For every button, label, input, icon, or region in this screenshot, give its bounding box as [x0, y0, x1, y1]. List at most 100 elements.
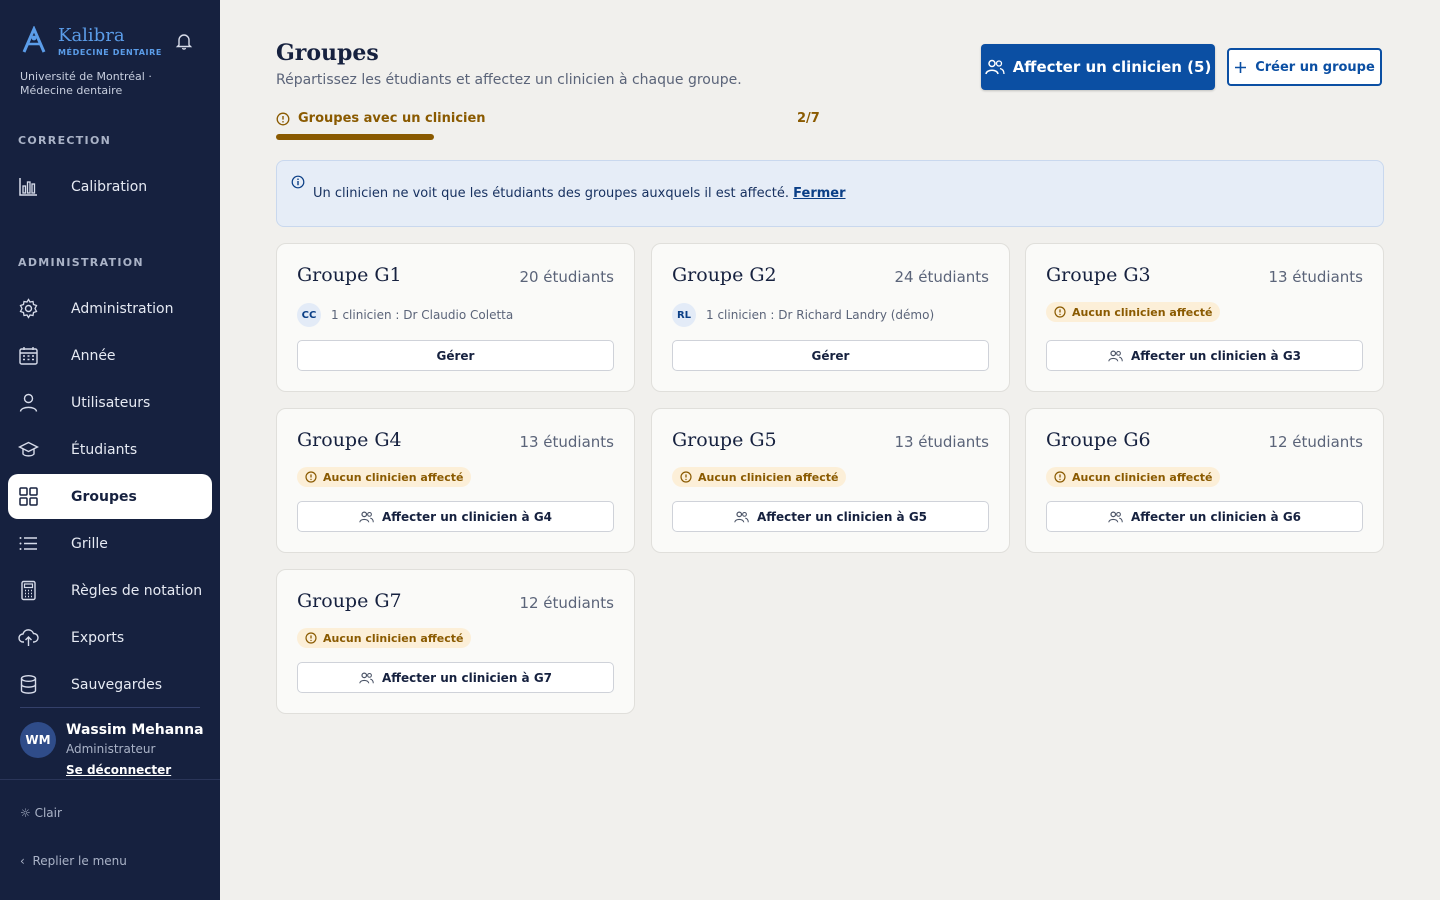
status-badge-text: Aucun clinicien affecté: [698, 470, 839, 484]
kalibra-logo-icon: [22, 26, 46, 53]
info-close-link[interactable]: Fermer: [793, 186, 845, 201]
page-subtitle: Répartissez les étudiants et affectez un…: [276, 72, 742, 88]
graduation-cap-icon: [18, 441, 39, 457]
sidebar-item-label: Règles de notation: [71, 582, 203, 599]
users-icon: [734, 511, 749, 522]
clinician-avatar: RL: [672, 303, 696, 327]
organization-name: Université de Montréal · Médecine dentai…: [20, 70, 152, 97]
button-label: Affecter un clinicien à G6: [1130, 509, 1302, 524]
warning-circle-icon: [305, 471, 317, 483]
group-title: Groupe G4: [297, 429, 402, 451]
group-title: Groupe G2: [672, 264, 777, 286]
assign-clinician-g3-button[interactable]: Affecter un clinicien à G3: [1046, 340, 1363, 371]
assign-clinician-button[interactable]: Affecter un clinicien (5): [981, 44, 1215, 90]
clinician-row: RL 1 clinicien : Dr Richard Landry (démo…: [672, 303, 934, 327]
theme-toggle[interactable]: ☼ Clair: [20, 806, 62, 820]
sidebar-item-label: Sauvegardes: [71, 676, 163, 693]
group-title: Groupe G7: [297, 590, 402, 612]
brand[interactable]: Kalibra MÉDECINE DENTAIRE: [20, 26, 162, 57]
sidebar-item-administration[interactable]: Administration: [8, 286, 212, 331]
users-icon: [359, 511, 374, 522]
progress-label-text: Groupes avec un clinicien: [298, 111, 486, 126]
grid-icon: [19, 487, 38, 506]
sidebar-item-regles-de-notation[interactable]: Règles de notation: [8, 568, 212, 613]
group-title: Groupe G3: [1046, 264, 1151, 286]
gear-icon: [19, 298, 38, 319]
sidebar-item-exports[interactable]: Exports: [8, 615, 212, 660]
warning-circle-icon: [276, 112, 290, 125]
group-title: Groupe G1: [297, 264, 402, 286]
sidebar-item-utilisateurs[interactable]: Utilisateurs: [8, 380, 212, 425]
button-label: Affecter un clinicien à G7: [381, 670, 553, 685]
sidebar-item-sauvegardes[interactable]: Sauvegardes: [8, 662, 212, 707]
group-card-g3: Groupe G3 13 étudiants Aucun clinicien a…: [1025, 243, 1384, 392]
status-badge: Aucun clinicien affecté: [1046, 302, 1221, 322]
database-icon: [20, 675, 37, 694]
assign-clinician-label: Affecter un clinicien (5): [1012, 58, 1212, 76]
bell-icon[interactable]: [175, 32, 193, 50]
sidebar-item-etudiants[interactable]: Étudiants: [8, 427, 212, 472]
group-card-g1: Groupe G1 20 étudiants CC 1 clinicien : …: [276, 243, 635, 392]
assign-clinician-g6-button[interactable]: Affecter un clinicien à G6: [1046, 501, 1363, 532]
info-message: Un clinicien ne voit que les étudiants d…: [313, 186, 846, 201]
sidebar-item-label: Étudiants: [71, 441, 138, 458]
sidebar-item-label: Grille: [71, 535, 108, 552]
status-badge-text: Aucun clinicien affecté: [323, 470, 464, 484]
calculator-icon: [21, 580, 36, 601]
status-badge-text: Aucun clinicien affecté: [1072, 470, 1213, 484]
group-student-count: 12 étudiants: [519, 594, 614, 612]
sidebar-item-annee[interactable]: Année: [8, 333, 212, 378]
cloud-upload-icon: [18, 629, 39, 646]
page-title: Groupes: [276, 40, 379, 66]
clinician-avatar: CC: [297, 303, 321, 327]
brand-subtitle: MÉDECINE DENTAIRE: [58, 48, 162, 57]
logout-link[interactable]: Se déconnecter: [66, 763, 171, 777]
group-card-g2: Groupe G2 24 étudiants RL 1 clinicien : …: [651, 243, 1010, 392]
status-badge-text: Aucun clinicien affecté: [323, 631, 464, 645]
users-icon: [984, 59, 1005, 75]
calendar-icon: [19, 347, 38, 365]
collapse-menu-label: Replier le menu: [32, 854, 127, 868]
sidebar-item-label: Administration: [71, 300, 174, 317]
collapse-menu-button[interactable]: ‹ Replier le menu: [20, 854, 127, 868]
manage-group-button[interactable]: Gérer: [297, 340, 614, 371]
sidebar-item-calibration[interactable]: Calibration: [8, 164, 212, 209]
create-group-label: Créer un groupe: [1255, 59, 1375, 75]
divider: [20, 707, 200, 708]
group-title: Groupe G6: [1046, 429, 1151, 451]
info-banner: Un clinicien ne voit que les étudiants d…: [276, 160, 1384, 227]
sidebar-item-label: Exports: [71, 629, 125, 646]
status-badge: Aucun clinicien affecté: [297, 467, 472, 487]
users-icon: [1108, 511, 1123, 522]
manage-group-button[interactable]: Gérer: [672, 340, 989, 371]
brand-name: Kalibra: [58, 25, 125, 46]
progress-bar: [276, 134, 820, 140]
warning-circle-icon: [1054, 306, 1066, 318]
sidebar-item-groupes[interactable]: Groupes: [8, 474, 212, 519]
sidebar-item-grille[interactable]: Grille: [8, 521, 212, 566]
assign-clinician-g5-button[interactable]: Affecter un clinicien à G5: [672, 501, 989, 532]
status-badge: Aucun clinicien affecté: [297, 628, 472, 648]
group-student-count: 13 étudiants: [519, 433, 614, 451]
assign-clinician-g7-button[interactable]: Affecter un clinicien à G7: [297, 662, 614, 693]
assign-clinician-g4-button[interactable]: Affecter un clinicien à G4: [297, 501, 614, 532]
user-name: Wassim Mehanna: [66, 722, 204, 738]
status-badge: Aucun clinicien affecté: [1046, 467, 1221, 487]
group-card-g7: Groupe G7 12 étudiants Aucun clinicien a…: [276, 569, 635, 714]
bar-chart-icon: [19, 178, 37, 196]
avatar[interactable]: WM: [20, 722, 56, 758]
group-student-count: 12 étudiants: [1268, 433, 1363, 451]
users-icon: [359, 672, 374, 683]
create-group-button[interactable]: Créer un groupe: [1227, 48, 1382, 86]
group-title: Groupe G5: [672, 429, 777, 451]
user-icon: [19, 393, 38, 412]
sidebar-item-label: Utilisateurs: [71, 394, 151, 411]
clinician-row: CC 1 clinicien : Dr Claudio Coletta: [297, 303, 513, 327]
info-text: Un clinicien ne voit que les étudiants d…: [313, 186, 790, 201]
progress-count: 2/7: [797, 111, 820, 126]
button-label: Affecter un clinicien à G4: [381, 509, 553, 524]
group-card-g4: Groupe G4 13 étudiants Aucun clinicien a…: [276, 408, 635, 553]
users-icon: [1108, 350, 1123, 361]
chevron-left-icon: ‹: [20, 854, 33, 868]
section-label-administration: ADMINISTRATION: [18, 256, 144, 269]
